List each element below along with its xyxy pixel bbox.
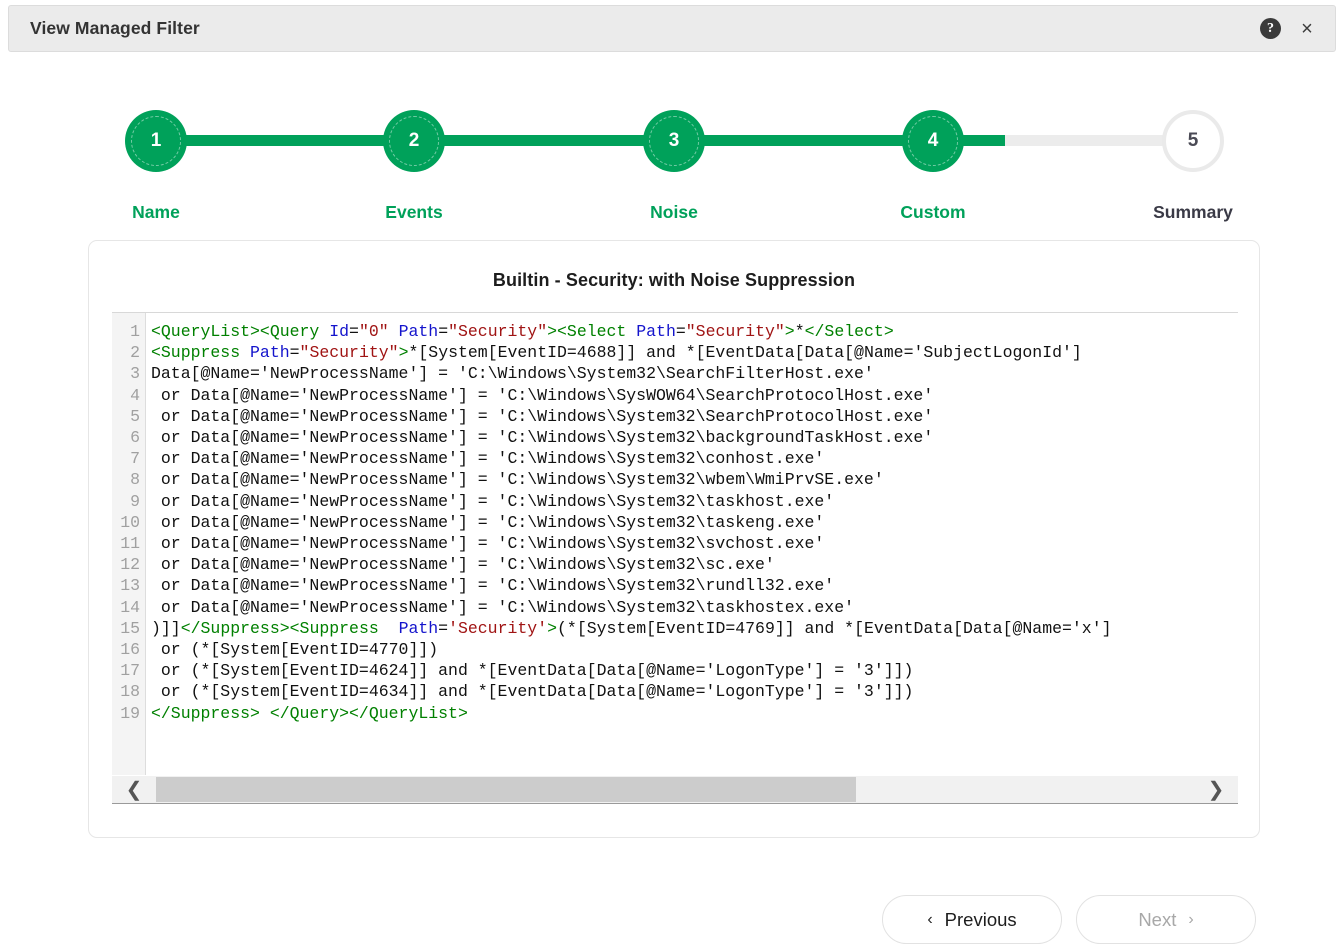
editor-code-line: or Data[@Name='NewProcessName'] = 'C:\Wi… <box>151 597 1238 618</box>
filter-name-title: Builtin - Security: with Noise Suppressi… <box>89 270 1259 291</box>
editor-code-line: or Data[@Name='NewProcessName'] = 'C:\Wi… <box>151 448 1238 469</box>
stepper-label-name: Name <box>56 202 256 223</box>
editor-code-line: </Suppress> </Query></QueryList> <box>151 703 1238 724</box>
editor-code-area[interactable]: <QueryList><Query Id="0" Path="Security"… <box>146 313 1238 775</box>
stepper-node-5-number: 5 <box>1188 130 1199 152</box>
editor-line-number: 10 <box>112 512 145 533</box>
previous-button-label: Previous <box>945 909 1017 931</box>
stepper-node-4[interactable]: 4 <box>902 110 964 172</box>
stepper-label-custom: Custom <box>833 202 1033 223</box>
stepper-node-2[interactable]: 2 <box>383 110 445 172</box>
editor-code-line: or Data[@Name='NewProcessName'] = 'C:\Wi… <box>151 533 1238 554</box>
editor-line-number: 9 <box>112 491 145 512</box>
editor-code-line: or (*[System[EventID=4770]]) <box>151 639 1238 660</box>
editor-code-line: or (*[System[EventID=4624]] and *[EventD… <box>151 660 1238 681</box>
editor-line-number: 4 <box>112 385 145 406</box>
scroll-right-arrow-icon[interactable]: ❯ <box>1194 780 1238 800</box>
stepper-node-1[interactable]: 1 <box>125 110 187 172</box>
editor-line-number: 11 <box>112 533 145 554</box>
stepper-label-noise: Noise <box>574 202 774 223</box>
stepper-node-1-number: 1 <box>151 130 162 152</box>
editor-code-line: or Data[@Name='NewProcessName'] = 'C:\Wi… <box>151 512 1238 533</box>
stepper-track: 1 2 3 4 5 <box>125 110 1218 172</box>
page-title: View Managed Filter <box>30 18 200 39</box>
editor-code-line: or Data[@Name='NewProcessName'] = 'C:\Wi… <box>151 554 1238 575</box>
scrollbar-track[interactable] <box>156 776 1194 803</box>
editor-code-line: <QueryList><Query Id="0" Path="Security"… <box>151 321 1238 342</box>
editor-line-number: 6 <box>112 427 145 448</box>
editor-line-number: 14 <box>112 597 145 618</box>
stepper-segment-3-4 <box>745 135 1005 146</box>
help-circle-icon[interactable]: ? <box>1260 18 1281 39</box>
next-button[interactable]: Next › <box>1076 895 1256 944</box>
editor-code-line: or Data[@Name='NewProcessName'] = 'C:\Wi… <box>151 491 1238 512</box>
editor-code-line: or Data[@Name='NewProcessName'] = 'C:\Wi… <box>151 406 1238 427</box>
editor-line-number: 15 <box>112 618 145 639</box>
header-actions: ? × <box>1260 18 1317 39</box>
stepper-node-3[interactable]: 3 <box>643 110 705 172</box>
editor-line-number: 19 <box>112 703 145 724</box>
chevron-right-icon: › <box>1188 911 1193 929</box>
editor-line-number: 18 <box>112 681 145 702</box>
editor-body: 12345678910111213141516171819 <QueryList… <box>112 313 1238 775</box>
editor-line-number: 7 <box>112 448 145 469</box>
scroll-left-arrow-icon[interactable]: ❮ <box>112 780 156 800</box>
scrollbar-thumb[interactable] <box>156 777 856 802</box>
modal-header: View Managed Filter ? × <box>8 5 1336 52</box>
wizard-stepper: 1 2 3 4 5 Name Events Noise Custom Summa… <box>125 110 1218 235</box>
editor-code-line: or Data[@Name='NewProcessName'] = 'C:\Wi… <box>151 427 1238 448</box>
stepper-label-events: Events <box>314 202 514 223</box>
next-button-label: Next <box>1138 909 1176 931</box>
editor-line-number: 8 <box>112 469 145 490</box>
stepper-node-4-number: 4 <box>928 130 939 152</box>
stepper-node-2-number: 2 <box>409 130 420 152</box>
editor-code-line: or Data[@Name='NewProcessName'] = 'C:\Wi… <box>151 469 1238 490</box>
editor-line-number: 13 <box>112 575 145 596</box>
stepper-node-3-number: 3 <box>669 130 680 152</box>
chevron-left-icon: ‹ <box>927 911 932 929</box>
close-icon[interactable]: × <box>1297 19 1317 39</box>
editor-line-number: 1 <box>112 321 145 342</box>
query-code-editor: 12345678910111213141516171819 <QueryList… <box>112 312 1238 804</box>
editor-line-number: 2 <box>112 342 145 363</box>
editor-horizontal-scrollbar[interactable]: ❮ ❯ <box>112 775 1238 804</box>
stepper-node-5[interactable]: 5 <box>1162 110 1224 172</box>
editor-code-line: )]]</Suppress><Suppress Path='Security'>… <box>151 618 1238 639</box>
editor-line-number: 16 <box>112 639 145 660</box>
editor-code-line: Data[@Name='NewProcessName'] = 'C:\Windo… <box>151 363 1238 384</box>
editor-line-number-gutter: 12345678910111213141516171819 <box>112 313 146 775</box>
editor-line-number: 17 <box>112 660 145 681</box>
editor-code-line: or (*[System[EventID=4634]] and *[EventD… <box>151 681 1238 702</box>
editor-line-number: 3 <box>112 363 145 384</box>
wizard-footer: ‹ Previous Next › <box>0 888 1344 951</box>
filter-detail-card: Builtin - Security: with Noise Suppressi… <box>88 240 1260 838</box>
editor-line-number: 12 <box>112 554 145 575</box>
editor-code-line: <Suppress Path="Security">*[System[Event… <box>151 342 1238 363</box>
stepper-label-summary: Summary <box>1093 202 1293 223</box>
editor-code-line: or Data[@Name='NewProcessName'] = 'C:\Wi… <box>151 385 1238 406</box>
previous-button[interactable]: ‹ Previous <box>882 895 1062 944</box>
editor-line-number: 5 <box>112 406 145 427</box>
editor-code-line: or Data[@Name='NewProcessName'] = 'C:\Wi… <box>151 575 1238 596</box>
